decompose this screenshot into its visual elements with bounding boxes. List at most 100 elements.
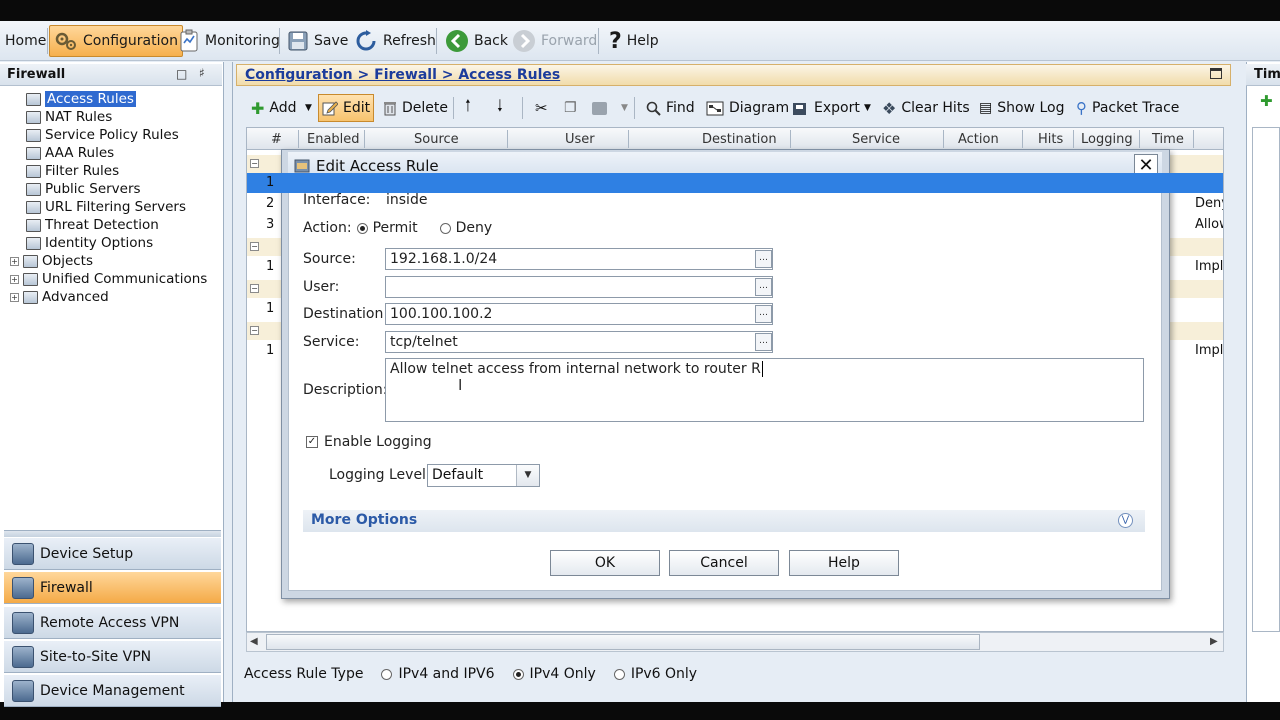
diagram-button[interactable]: Diagram <box>703 94 792 122</box>
packet-trace-button[interactable]: ⚲ Packet Trace <box>1073 94 1182 122</box>
more-options-bar[interactable]: More Options <box>303 510 1145 532</box>
help-button[interactable]: ? Help <box>604 25 664 57</box>
breadcrumb[interactable]: Configuration > Firewall > Access Rules <box>236 64 1231 86</box>
destination-input[interactable]: 100.100.100.2 <box>385 303 773 325</box>
pin-panel-icon[interactable]: ♯ <box>199 66 205 80</box>
expand-icon[interactable]: + <box>10 256 19 266</box>
column-divider[interactable] <box>507 130 508 148</box>
deny-radio[interactable] <box>439 222 451 234</box>
breadcrumb-link[interactable]: Configuration > Firewall > Access Rules <box>245 67 560 83</box>
move-down-button[interactable]: 🠓 <box>494 94 506 122</box>
nav-button[interactable]: Site-to-Site VPN <box>4 640 221 673</box>
show-log-button[interactable]: ▤ Show Log <box>976 94 1067 122</box>
column-divider[interactable] <box>628 130 629 148</box>
add-rule-button[interactable]: ✚ Add <box>248 94 300 122</box>
ok-button[interactable]: OK <box>550 550 660 576</box>
tree-item[interactable]: AAA Rules <box>10 144 220 162</box>
forward-button[interactable]: Forward <box>507 25 602 57</box>
column-header[interactable]: Hits <box>1038 132 1063 147</box>
logging-level-dropdown[interactable]: ▼ <box>516 465 539 486</box>
column-header[interactable]: Enabled <box>307 132 360 147</box>
collapse-icon[interactable]: − <box>250 159 259 168</box>
move-up-button[interactable]: 🠑 <box>462 94 474 122</box>
column-header[interactable]: Destination <box>702 132 777 147</box>
column-divider[interactable] <box>1193 130 1194 148</box>
expand-more-options-icon[interactable]: ⋁ <box>1118 513 1133 528</box>
ipv4-only-radio[interactable] <box>512 668 524 680</box>
column-divider[interactable] <box>943 130 944 148</box>
paste-button[interactable] <box>589 94 610 122</box>
column-header[interactable]: Time <box>1152 132 1184 147</box>
paste-dropdown[interactable]: ▼ <box>618 94 631 122</box>
column-header[interactable]: Logging <box>1081 132 1133 147</box>
service-browse-button[interactable]: … <box>755 333 772 351</box>
right-panel-add-icon[interactable]: ✚ <box>1260 92 1273 110</box>
delete-rule-button[interactable]: Delete <box>380 94 451 122</box>
tree-item[interactable]: + Unified Communications <box>10 270 220 288</box>
nav-button[interactable]: Remote Access VPN <box>4 606 221 639</box>
row-number[interactable]: 3 <box>266 217 274 232</box>
ipv4-ipv6-radio[interactable] <box>381 668 393 680</box>
tree-item[interactable]: Threat Detection <box>10 216 220 234</box>
tree-item[interactable]: Access Rules <box>10 90 220 108</box>
tree-item[interactable]: Service Policy Rules <box>10 126 220 144</box>
save-button[interactable]: Save <box>282 25 353 57</box>
find-button[interactable]: Find <box>643 94 698 122</box>
float-panel-icon[interactable]: □ <box>176 67 187 81</box>
maximize-panel-icon[interactable] <box>1210 68 1222 79</box>
export-button[interactable]: Export <box>789 94 863 122</box>
configuration-button[interactable]: Configuration <box>49 25 183 57</box>
tree-item[interactable]: + Objects <box>10 252 220 270</box>
scroll-right-icon[interactable]: ▶ <box>1210 636 1218 647</box>
edit-rule-button[interactable]: Edit <box>318 94 375 122</box>
row-number[interactable]: 2 <box>266 196 274 211</box>
nav-button[interactable]: Firewall <box>4 571 221 604</box>
cancel-button[interactable]: Cancel <box>669 550 779 576</box>
column-divider[interactable] <box>298 130 299 148</box>
service-input[interactable]: tcp/telnet <box>385 331 773 353</box>
clear-hits-button[interactable]: ❖ Clear Hits <box>879 94 973 122</box>
column-header[interactable]: User <box>565 132 595 147</box>
column-divider[interactable] <box>364 130 365 148</box>
add-dropdown[interactable]: ▼ <box>302 94 315 122</box>
collapse-icon[interactable]: − <box>250 284 259 293</box>
collapse-icon[interactable]: − <box>250 242 259 251</box>
tree-item[interactable]: + Advanced <box>10 288 220 306</box>
nav-button[interactable]: Device Management <box>4 674 221 707</box>
scrollbar-thumb[interactable] <box>266 634 980 650</box>
nav-button[interactable]: Device Setup <box>4 537 221 570</box>
column-divider[interactable] <box>1022 130 1023 148</box>
column-header[interactable]: Service <box>852 132 900 147</box>
destination-browse-button[interactable]: … <box>755 305 772 323</box>
tree-item[interactable]: NAT Rules <box>10 108 220 126</box>
tree-item[interactable]: URL Filtering Servers <box>10 198 220 216</box>
cut-button[interactable]: ✂ <box>532 94 551 122</box>
row-number[interactable]: 1 <box>266 259 274 274</box>
refresh-button[interactable]: Refresh <box>349 25 441 57</box>
source-browse-button[interactable]: … <box>755 250 772 268</box>
tree-item[interactable]: Identity Options <box>10 234 220 252</box>
description-textarea[interactable]: Allow telnet access from internal networ… <box>385 358 1144 422</box>
tree-item[interactable]: Public Servers <box>10 180 220 198</box>
enable-logging-checkbox[interactable]: ✓ <box>306 436 318 448</box>
ipv6-only-radio[interactable] <box>613 668 625 680</box>
home-button[interactable]: Home <box>0 25 51 57</box>
copy-button[interactable]: ❐ <box>561 94 580 122</box>
column-divider[interactable] <box>1073 130 1074 148</box>
collapse-icon[interactable]: − <box>250 326 259 335</box>
row-number[interactable]: 1 <box>266 343 274 358</box>
permit-radio[interactable] <box>356 222 368 234</box>
user-browse-button[interactable]: … <box>755 278 772 296</box>
export-dropdown[interactable]: ▼ <box>861 94 874 122</box>
tree-item[interactable]: Filter Rules <box>10 162 220 180</box>
row-number[interactable]: 1 <box>266 175 274 190</box>
nav-splitter[interactable] <box>4 530 221 537</box>
column-header[interactable]: Action <box>958 132 999 147</box>
column-header[interactable]: Source <box>414 132 459 147</box>
monitoring-button[interactable]: Monitoring <box>173 25 285 57</box>
column-header[interactable]: # <box>271 132 282 147</box>
user-input[interactable] <box>385 276 773 298</box>
row-number[interactable]: 1 <box>266 301 274 316</box>
back-button[interactable]: Back <box>440 25 513 57</box>
expand-icon[interactable]: + <box>10 274 19 284</box>
